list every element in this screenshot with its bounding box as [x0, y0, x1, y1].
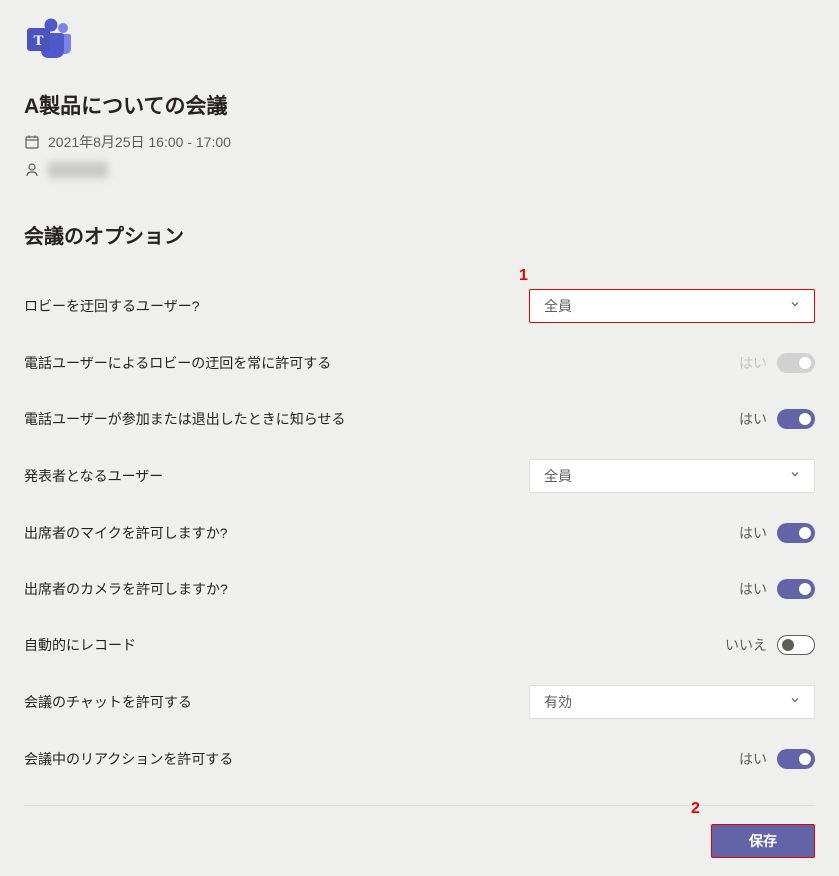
meeting-organizer-row [24, 162, 815, 178]
person-icon [24, 162, 40, 178]
meeting-datetime-row: 2021年8月25日 16:00 - 17:00 [24, 132, 815, 152]
option-label: 自動的にレコード [24, 635, 136, 655]
announce-phone-toggle[interactable] [777, 409, 815, 429]
options-section-title: 会議のオプション [24, 220, 815, 249]
option-label: 出席者のマイクを許可しますか? [24, 523, 228, 543]
toggle-value-label: はい [739, 409, 767, 429]
calendar-icon [24, 134, 40, 150]
toggle-value-label: いいえ [725, 635, 767, 655]
select-value: 有効 [544, 692, 572, 712]
meeting-organizer [48, 162, 108, 178]
option-allow-camera: 出席者のカメラを許可しますか? はい [24, 573, 815, 605]
save-button[interactable]: 保存 [711, 824, 815, 858]
footer: 2 保存 [24, 805, 815, 858]
option-allow-reactions: 会議中のリアクションを許可する はい [24, 743, 815, 775]
toggle-value-label: はい [739, 579, 767, 599]
option-label: 会議のチャットを許可する [24, 692, 192, 712]
allow-mic-toggle[interactable] [777, 523, 815, 543]
option-label: 出席者のカメラを許可しますか? [24, 579, 228, 599]
annotation-2: 2 [691, 800, 700, 818]
select-value: 全員 [544, 296, 572, 316]
option-label: 会議中のリアクションを許可する [24, 749, 233, 769]
allow-reactions-toggle[interactable] [777, 749, 815, 769]
option-lobby-bypass: ロビーを迂回するユーザー? 1 全員 [24, 289, 815, 323]
option-auto-record: 自動的にレコード いいえ [24, 629, 815, 661]
annotation-1: 1 [519, 267, 528, 285]
lobby-bypass-select[interactable]: 全員 [529, 289, 815, 323]
meeting-title: A製品についての会議 [24, 90, 815, 120]
toggle-value-label: はい [739, 749, 767, 769]
teams-logo-icon: T [24, 18, 74, 60]
option-label: ロビーを迂回するユーザー? [24, 296, 200, 316]
meeting-datetime: 2021年8月25日 16:00 - 17:00 [48, 132, 231, 152]
select-value: 全員 [544, 466, 572, 486]
svg-text:T: T [33, 33, 43, 49]
toggle-value-label: はい [739, 353, 767, 373]
phone-bypass-toggle [777, 353, 815, 373]
option-presenters: 発表者となるユーザー 全員 [24, 459, 815, 493]
toggle-value-label: はい [739, 523, 767, 543]
option-label: 電話ユーザーが参加または退出したときに知らせる [24, 409, 345, 429]
option-label: 電話ユーザーによるロビーの迂回を常に許可する [24, 353, 331, 373]
option-label: 発表者となるユーザー [24, 466, 163, 486]
option-phone-bypass: 電話ユーザーによるロビーの迂回を常に許可する はい [24, 347, 815, 379]
option-allow-mic: 出席者のマイクを許可しますか? はい [24, 517, 815, 549]
allow-chat-select[interactable]: 有効 [529, 685, 815, 719]
auto-record-toggle[interactable] [777, 635, 815, 655]
option-announce-phone: 電話ユーザーが参加または退出したときに知らせる はい [24, 403, 815, 435]
presenters-select[interactable]: 全員 [529, 459, 815, 493]
option-allow-chat: 会議のチャットを許可する 有効 [24, 685, 815, 719]
allow-camera-toggle[interactable] [777, 579, 815, 599]
